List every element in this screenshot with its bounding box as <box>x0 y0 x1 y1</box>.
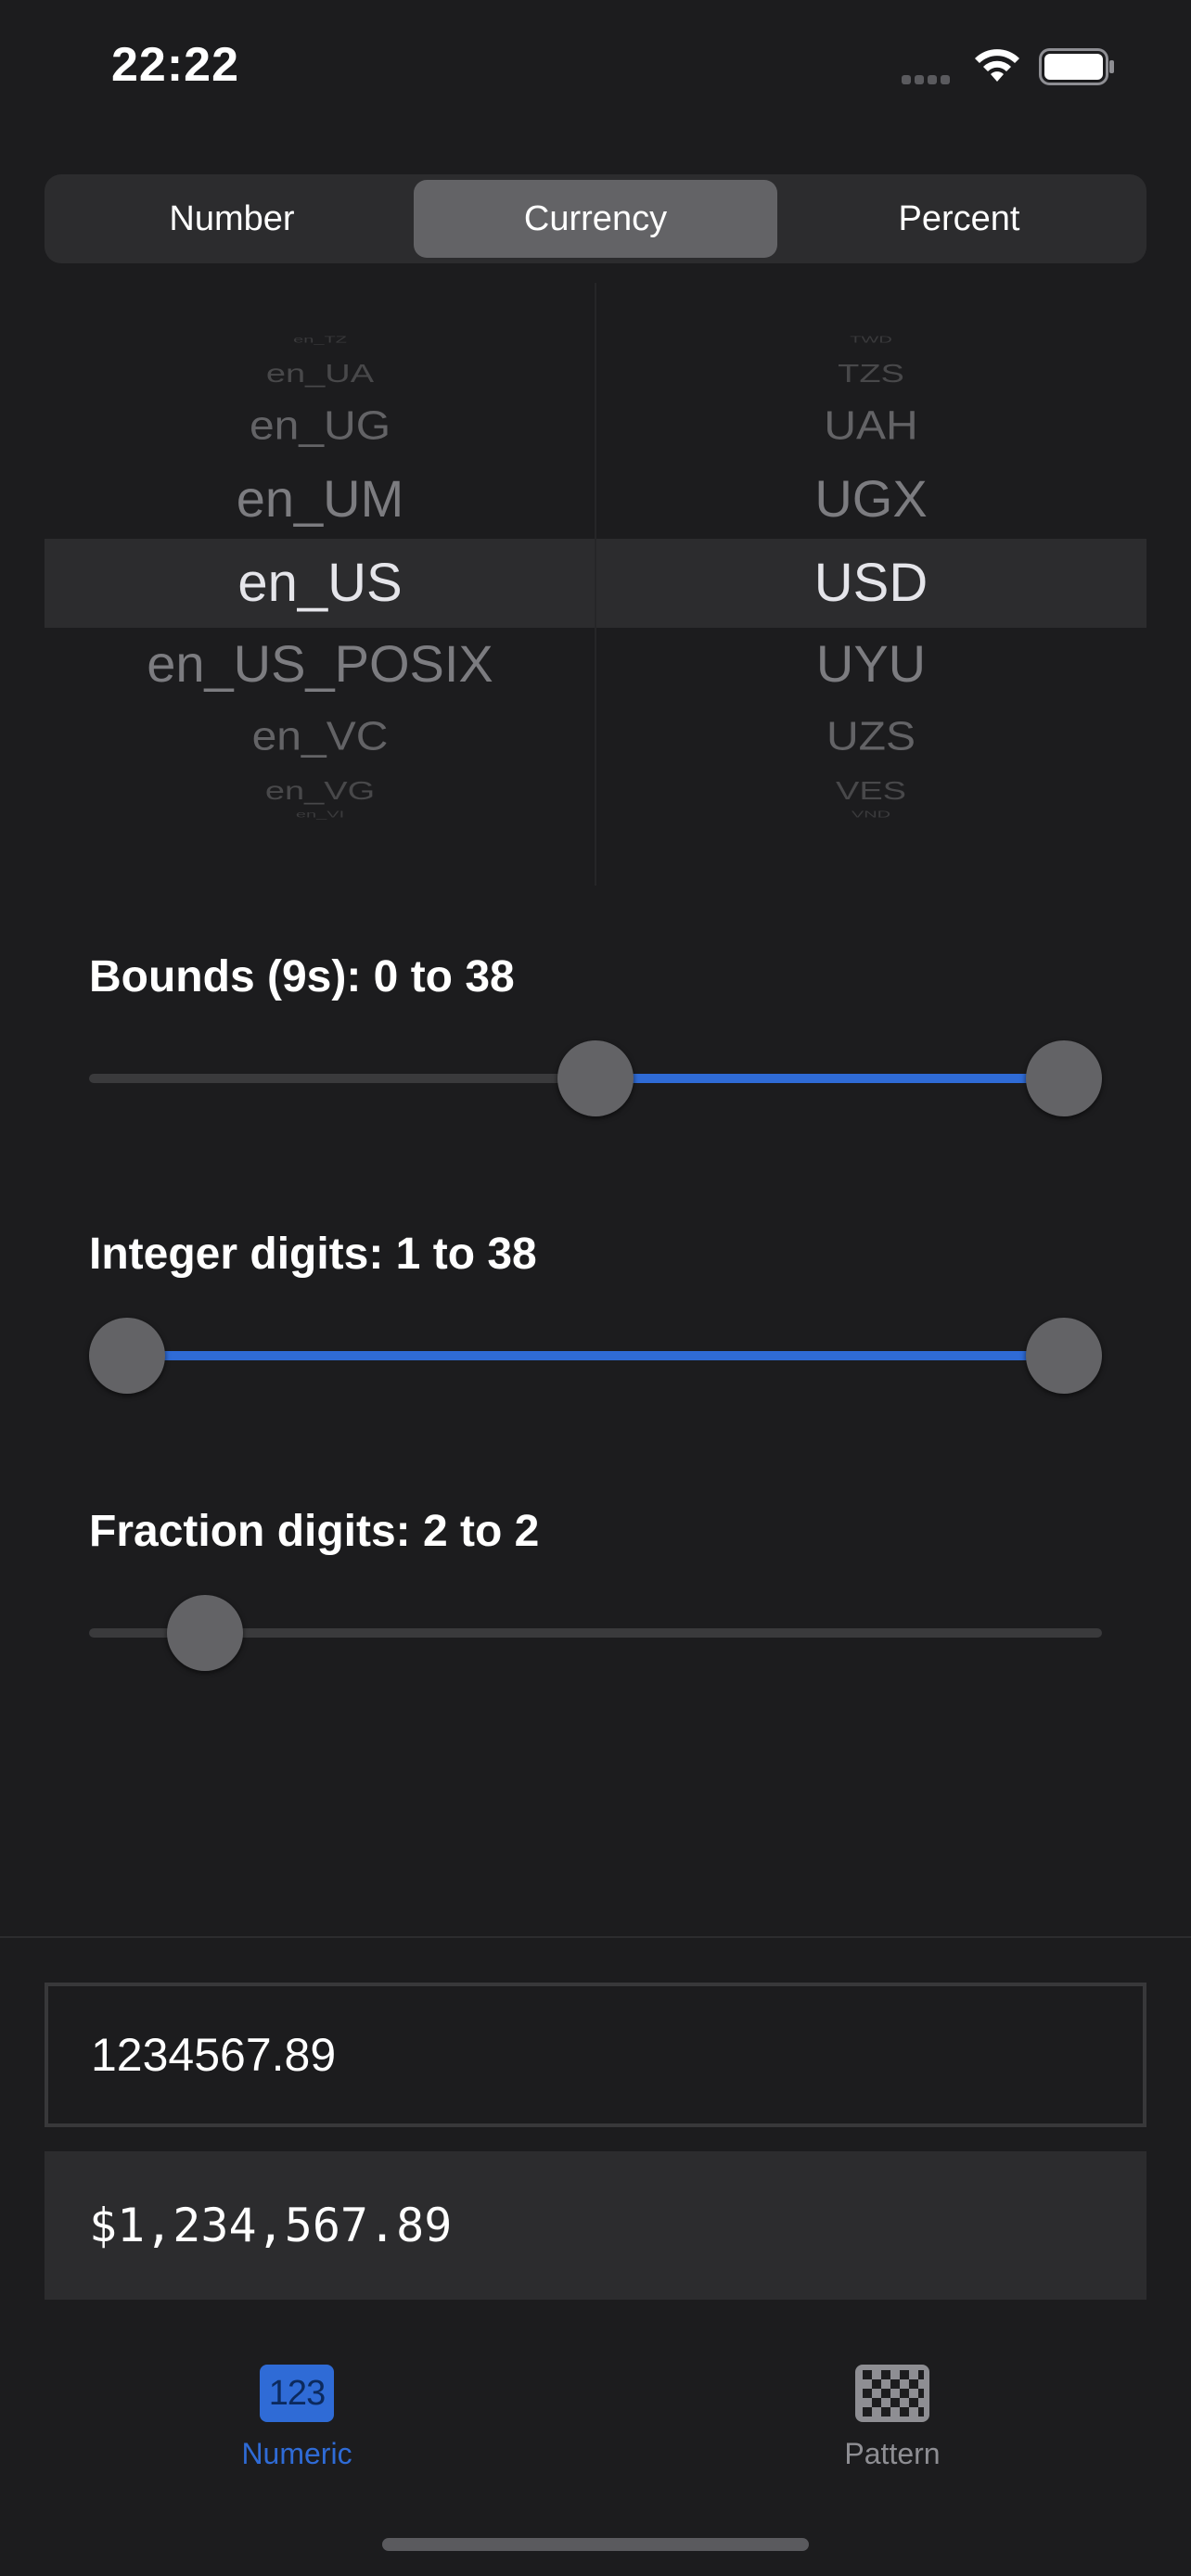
picker-row[interactable]: VND <box>596 810 1146 821</box>
formatted-output: $1,234,567.89 <box>45 2151 1146 2300</box>
segment-number[interactable]: Number <box>50 180 414 258</box>
checkerboard-pattern-icon <box>855 2365 929 2422</box>
locale-picker-column[interactable]: en_TZ en_UA en_UG en_UM en_US en_US_POSI… <box>45 283 596 886</box>
picker-row[interactable]: TZS <box>596 360 1146 389</box>
segment-currency[interactable]: Currency <box>414 180 777 258</box>
picker-row[interactable]: en_UM <box>45 468 596 529</box>
fraction-digits-label: Fraction digits: 2 to 2 <box>89 1507 540 1556</box>
integer-digits-slider-fill <box>127 1351 1064 1360</box>
picker-row-selected[interactable]: en_US <box>45 552 596 614</box>
integer-digits-slider-group: Integer digits: 1 to 38 <box>89 1229 1102 1414</box>
integer-digits-label: Integer digits: 1 to 38 <box>89 1230 537 1279</box>
picker-row[interactable]: en_VC <box>45 714 596 760</box>
status-time: 22:22 <box>111 38 239 92</box>
integer-digits-lower-thumb[interactable] <box>89 1318 165 1394</box>
bounds-slider-fill <box>596 1074 1064 1083</box>
picker-row[interactable]: UGX <box>596 468 1146 529</box>
format-style-segmented-control: Number Currency Percent <box>45 174 1146 263</box>
bounds-lower-thumb[interactable] <box>557 1040 634 1116</box>
picker-row[interactable]: UZS <box>596 714 1146 760</box>
picker-row[interactable]: UYU <box>596 633 1146 694</box>
home-indicator <box>382 2538 809 2551</box>
bounds-label: Bounds (9s): 0 to 38 <box>89 952 515 1001</box>
numeric-icon-text: 123 <box>268 2373 326 2413</box>
picker-row[interactable]: en_VI <box>45 810 596 821</box>
picker-row[interactable]: en_UG <box>45 403 596 450</box>
bounds-upper-thumb[interactable] <box>1026 1040 1102 1116</box>
numeric-123-icon: 123 <box>260 2365 334 2422</box>
fraction-digits-thumb[interactable] <box>166 1595 243 1671</box>
picker-row[interactable]: TWD <box>596 335 1146 346</box>
number-input-field[interactable]: 1234567.89 <box>45 1983 1146 2127</box>
picker-row-selected[interactable]: USD <box>596 552 1146 614</box>
tab-pattern-label: Pattern <box>844 2437 941 2470</box>
picker-row[interactable]: en_UA <box>45 360 596 389</box>
segment-percent[interactable]: Percent <box>777 180 1141 258</box>
section-separator <box>0 1936 1191 1938</box>
picker-row[interactable]: en_VG <box>45 777 596 806</box>
picker-row[interactable]: UAH <box>596 403 1146 450</box>
tab-numeric[interactable]: 123 Numeric <box>158 2365 436 2471</box>
locale-currency-picker[interactable]: en_TZ en_UA en_UG en_UM en_US en_US_POSI… <box>45 283 1146 886</box>
fraction-digits-slider-group: Fraction digits: 2 to 2 <box>89 1506 1102 1691</box>
currency-picker-column[interactable]: TWD TZS UAH UGX USD UYU UZS VES VND <box>596 283 1146 886</box>
picker-row[interactable]: VES <box>596 777 1146 806</box>
picker-row[interactable]: en_US_POSIX <box>45 633 596 694</box>
battery-icon <box>1039 48 1114 85</box>
picker-row[interactable]: en_TZ <box>45 335 596 346</box>
wifi-icon <box>975 49 1019 82</box>
bounds-slider-group: Bounds (9s): 0 to 38 <box>89 951 1102 1137</box>
tab-pattern[interactable]: Pattern <box>753 2365 1031 2471</box>
cellular-signal-icon <box>902 72 957 84</box>
integer-digits-upper-thumb[interactable] <box>1026 1318 1102 1394</box>
integer-digits-slider-track[interactable] <box>89 1351 1102 1360</box>
status-bar: 22:22 <box>0 0 1191 139</box>
tab-numeric-label: Numeric <box>241 2437 352 2470</box>
